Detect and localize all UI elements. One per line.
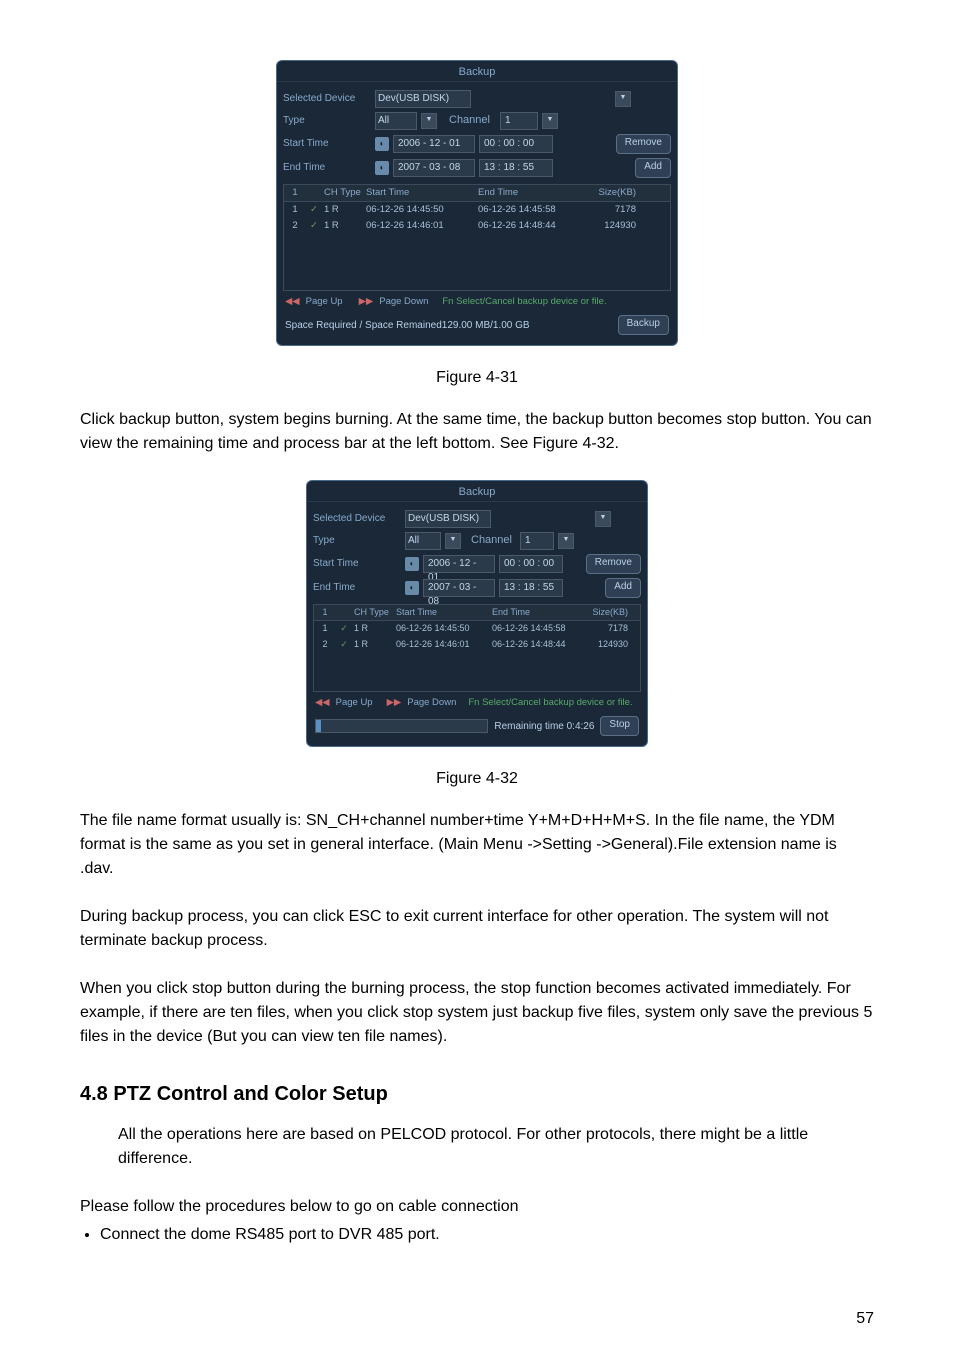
channel-label: Channel	[471, 532, 512, 549]
page-up-label[interactable]: Page Up	[336, 696, 373, 710]
remaining-time: Remaining time 0:4:26	[494, 719, 594, 734]
remove-button[interactable]: Remove	[616, 134, 671, 154]
fn-hint: Fn Select/Cancel backup device or file.	[442, 295, 606, 309]
start-time-input[interactable]: 00 : 00 : 00	[479, 135, 553, 153]
selected-device-label: Selected Device	[283, 91, 371, 106]
body-text: Please follow the procedures below to go…	[80, 1195, 874, 1219]
body-text: During backup process, you can click ESC…	[80, 905, 874, 953]
backup-dialog-2: Backup Selected Device Dev(USB DISK) ▼ T…	[306, 480, 648, 747]
space-label: Space Required / Space Remained129.00 MB…	[285, 318, 530, 333]
start-date-input[interactable]: 2006 - 12 - 01	[393, 135, 475, 153]
selected-device-label: Selected Device	[313, 511, 401, 526]
figure-caption: Figure 4-32	[80, 767, 874, 791]
start-time-label: Start Time	[283, 136, 371, 151]
type-select[interactable]: All	[405, 532, 441, 550]
check-icon[interactable]: ✓	[306, 202, 322, 218]
backup-dialog-1: Backup Selected Device Dev(USB DISK) ▼ T…	[276, 60, 678, 346]
backup-button[interactable]: Backup	[618, 315, 669, 335]
end-date-input[interactable]: 2007 - 03 - 08	[423, 579, 495, 597]
end-time-label: End Time	[283, 160, 371, 175]
col-index: 1	[284, 185, 306, 201]
calendar-icon[interactable]: ◐	[405, 557, 419, 571]
table-row[interactable]: 1 ✓ 1 R 06-12-26 14:45:50 06-12-26 14:45…	[314, 621, 640, 637]
start-time-label: Start Time	[313, 556, 401, 571]
table-row[interactable]: 2 ✓ 1 R 06-12-26 14:46:01 06-12-26 14:48…	[284, 218, 670, 234]
file-table: 1 CH Type Start Time End Time Size(KB) 1…	[283, 184, 671, 291]
end-date-input[interactable]: 2007 - 03 - 08	[393, 159, 475, 177]
chevron-down-icon[interactable]: ▼	[595, 511, 611, 527]
channel-input[interactable]: 1	[520, 532, 554, 550]
end-time-input[interactable]: 13 : 18 : 55	[479, 159, 553, 177]
body-text: All the operations here are based on PEL…	[80, 1123, 874, 1171]
body-text: When you click stop button during the bu…	[80, 977, 874, 1049]
add-button[interactable]: Add	[635, 158, 671, 178]
selected-device-select[interactable]: Dev(USB DISK)	[375, 90, 471, 108]
section-heading: 4.8 PTZ Control and Color Setup	[80, 1079, 874, 1109]
dialog-title: Backup	[307, 481, 647, 502]
chevron-down-icon[interactable]: ▼	[445, 533, 461, 549]
file-table: 1 CH Type Start Time End Time Size(KB) 1…	[313, 604, 641, 693]
type-select[interactable]: All	[375, 112, 417, 130]
end-time-label: End Time	[313, 580, 401, 595]
col-size: Size(KB)	[588, 185, 638, 201]
page-down-label[interactable]: Page Down	[379, 295, 428, 309]
check-icon[interactable]: ✓	[306, 218, 322, 234]
body-text: Click backup button, system begins burni…	[80, 408, 874, 456]
channel-input[interactable]: 1	[500, 112, 538, 130]
start-time-input[interactable]: 00 : 00 : 00	[499, 555, 563, 573]
type-label: Type	[313, 533, 401, 548]
progress-bar	[315, 719, 488, 733]
stop-button[interactable]: Stop	[600, 716, 639, 736]
chevron-down-icon[interactable]: ▼	[615, 91, 631, 107]
check-icon[interactable]: ✓	[336, 637, 352, 653]
page-number: 57	[80, 1307, 874, 1331]
page-up-icon[interactable]: ◀◀	[315, 696, 330, 710]
page-down-label[interactable]: Page Down	[407, 696, 456, 710]
page-down-icon[interactable]: ▶▶	[359, 295, 374, 309]
figure-caption: Figure 4-31	[80, 366, 874, 390]
list-item: Connect the dome RS485 port to DVR 485 p…	[100, 1223, 874, 1247]
page-down-icon[interactable]: ▶▶	[387, 696, 402, 710]
remove-button[interactable]: Remove	[586, 554, 641, 574]
table-row[interactable]: 1 ✓ 1 R 06-12-26 14:45:50 06-12-26 14:45…	[284, 202, 670, 218]
calendar-icon[interactable]: ◐	[375, 161, 389, 175]
body-text: The file name format usually is: SN_CH+c…	[80, 809, 874, 881]
col-ch: CH Type	[322, 185, 364, 201]
end-time-input[interactable]: 13 : 18 : 55	[499, 579, 563, 597]
chevron-down-icon[interactable]: ▼	[558, 533, 574, 549]
dialog-title: Backup	[277, 61, 677, 82]
page-up-icon[interactable]: ◀◀	[285, 295, 300, 309]
fn-hint: Fn Select/Cancel backup device or file.	[468, 696, 632, 710]
check-icon[interactable]: ✓	[336, 621, 352, 637]
add-button[interactable]: Add	[605, 578, 641, 598]
start-date-input[interactable]: 2006 - 12 - 01	[423, 555, 495, 573]
chevron-down-icon[interactable]: ▼	[542, 113, 558, 129]
table-row[interactable]: 2 ✓ 1 R 06-12-26 14:46:01 06-12-26 14:48…	[314, 637, 640, 653]
type-label: Type	[283, 113, 371, 128]
channel-label: Channel	[449, 112, 490, 129]
chevron-down-icon[interactable]: ▼	[421, 113, 437, 129]
page-up-label[interactable]: Page Up	[306, 295, 343, 309]
calendar-icon[interactable]: ◐	[405, 581, 419, 595]
selected-device-select[interactable]: Dev(USB DISK)	[405, 510, 491, 528]
col-end: End Time	[476, 185, 588, 201]
calendar-icon[interactable]: ◐	[375, 137, 389, 151]
col-start: Start Time	[364, 185, 476, 201]
